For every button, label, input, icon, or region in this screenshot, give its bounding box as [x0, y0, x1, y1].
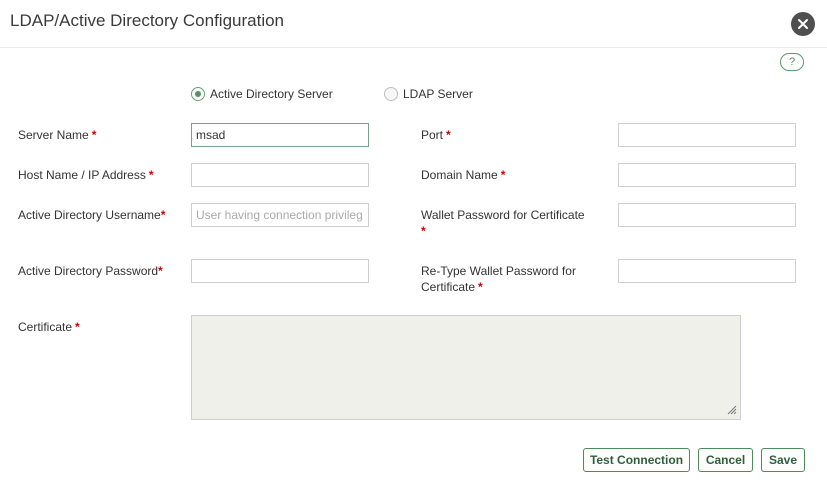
help-button[interactable]: ?	[780, 53, 804, 71]
close-icon	[798, 19, 808, 29]
wallet-password-input[interactable]	[618, 203, 796, 227]
certificate-textarea[interactable]	[191, 315, 741, 420]
cancel-button[interactable]: Cancel	[698, 448, 753, 472]
header-divider	[0, 47, 827, 48]
ad-username-label: Active Directory Username*	[18, 208, 166, 222]
host-name-input[interactable]	[191, 163, 369, 187]
retype-wallet-password-input[interactable]	[618, 259, 796, 283]
resize-grip-icon[interactable]	[725, 403, 737, 415]
port-label: Port *	[421, 128, 451, 142]
radio-active-directory[interactable]: Active Directory Server	[191, 87, 333, 101]
wallet-password-label: Wallet Password for Certificate *	[421, 208, 585, 238]
radio-checked-icon	[191, 87, 205, 101]
port-input[interactable]	[618, 123, 796, 147]
ad-password-label: Active Directory Password*	[18, 264, 163, 278]
close-button[interactable]	[791, 12, 815, 36]
ad-username-input[interactable]	[191, 203, 369, 227]
retype-wallet-password-label: Re-Type Wallet Password for Certificate *	[421, 264, 576, 294]
save-button[interactable]: Save	[761, 448, 805, 472]
radio-label: Active Directory Server	[210, 87, 333, 101]
dialog-title: LDAP/Active Directory Configuration	[10, 11, 285, 30]
certificate-label: Certificate *	[18, 320, 80, 334]
radio-ldap[interactable]: LDAP Server	[384, 87, 473, 101]
radio-unchecked-icon	[384, 87, 398, 101]
radio-label: LDAP Server	[403, 87, 473, 101]
domain-name-input[interactable]	[618, 163, 796, 187]
help-icon: ?	[788, 56, 796, 68]
server-name-input[interactable]	[191, 123, 369, 147]
test-connection-button[interactable]: Test Connection	[583, 448, 690, 472]
host-name-label: Host Name / IP Address *	[18, 168, 154, 182]
domain-name-label: Domain Name *	[421, 168, 506, 182]
server-name-label: Server Name *	[18, 128, 97, 142]
ad-password-input[interactable]	[191, 259, 369, 283]
